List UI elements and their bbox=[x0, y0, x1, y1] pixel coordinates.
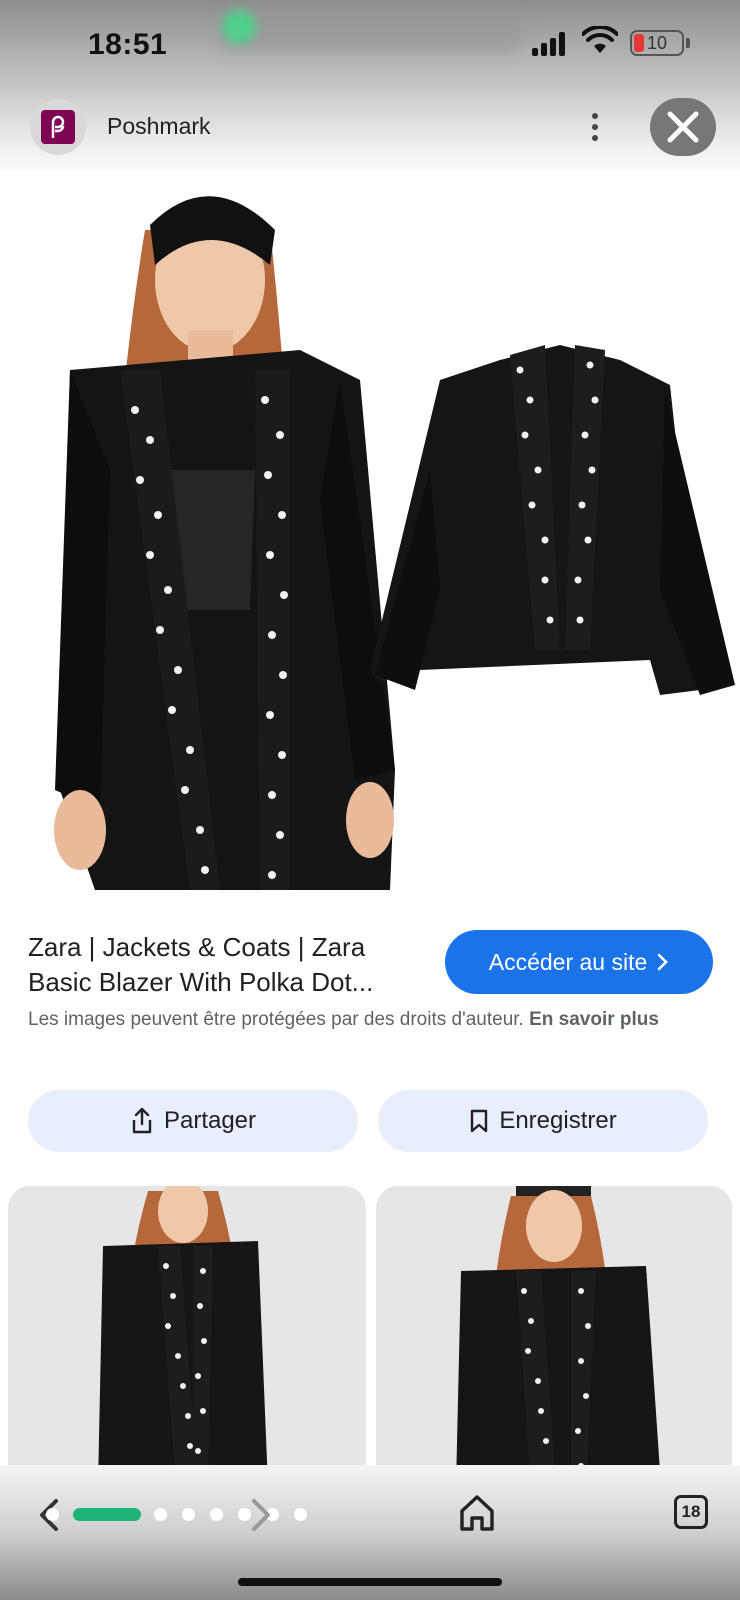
poshmark-logo-icon[interactable] bbox=[30, 99, 86, 155]
battery-icon: 10 bbox=[630, 30, 684, 56]
share-label: Partager bbox=[163, 1107, 257, 1134]
result-title[interactable]: Zara | Jackets & Coats | Zara Basic Blaz… bbox=[28, 930, 418, 1000]
status-bar: 18:51 10 bbox=[0, 0, 740, 90]
copyright-notice: Les images peuvent être protégées par de… bbox=[28, 1006, 718, 1034]
status-time: 18:51 bbox=[88, 28, 168, 61]
forward-icon[interactable] bbox=[246, 1495, 276, 1535]
battery-level: 10 bbox=[646, 33, 668, 53]
source-site-name[interactable]: Poshmark bbox=[107, 113, 211, 140]
close-button[interactable] bbox=[650, 98, 716, 156]
visit-site-button[interactable]: Accéder au site bbox=[445, 930, 713, 994]
learn-more-link[interactable]: En savoir plus bbox=[529, 1009, 659, 1030]
battery-tip bbox=[686, 38, 690, 48]
share-button[interactable]: Partager bbox=[28, 1090, 358, 1152]
save-label: Enregistrer bbox=[499, 1107, 617, 1134]
share-icon bbox=[132, 1107, 152, 1134]
wifi-icon bbox=[582, 26, 618, 53]
blurred-notification bbox=[215, 8, 525, 52]
page-indicator bbox=[46, 1508, 326, 1522]
source-header: Poshmark bbox=[0, 95, 740, 159]
cellular-signal-icon bbox=[532, 30, 572, 56]
save-button[interactable]: Enregistrer bbox=[378, 1090, 708, 1152]
chevron-right-icon bbox=[657, 953, 669, 971]
visit-site-label: Accéder au site bbox=[488, 948, 648, 975]
bookmark-icon bbox=[471, 1109, 488, 1133]
home-icon[interactable] bbox=[458, 1493, 496, 1533]
copyright-text: Les images peuvent être protégées par de… bbox=[28, 1009, 524, 1030]
home-indicator[interactable] bbox=[238, 1578, 502, 1586]
more-options-icon[interactable] bbox=[580, 107, 610, 147]
page-indicator-active bbox=[73, 1508, 141, 1521]
close-icon bbox=[667, 111, 699, 143]
related-image-thumbnail[interactable] bbox=[8, 1186, 366, 1486]
tabs-count-button[interactable]: 18 bbox=[674, 1495, 708, 1529]
notification-app-icon bbox=[222, 10, 256, 44]
main-product-image[interactable] bbox=[0, 170, 740, 910]
related-image-thumbnail[interactable] bbox=[376, 1186, 732, 1486]
